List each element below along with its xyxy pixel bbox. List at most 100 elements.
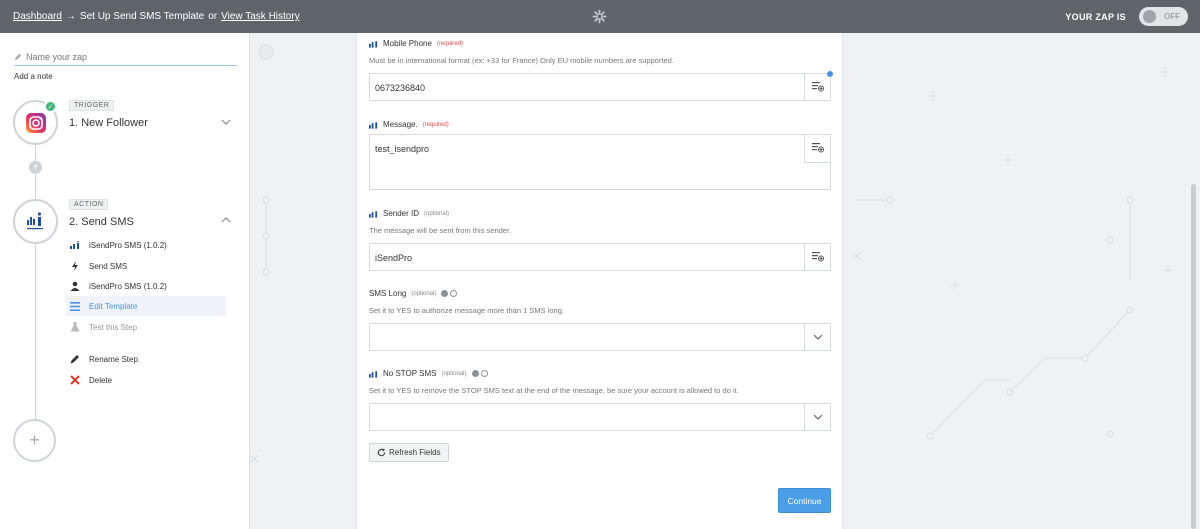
bolt-icon xyxy=(72,261,78,271)
menu-item-account[interactable]: iSendPro SMS (1.0.2) xyxy=(66,276,226,296)
status-dot xyxy=(826,70,834,78)
zap-name-field[interactable] xyxy=(14,52,237,66)
message-label: Message. (required) xyxy=(369,120,449,129)
sms-long-label: SMS Long (optional) xyxy=(369,289,458,298)
boolean-toggle-icon[interactable] xyxy=(441,290,458,297)
menu-item-rename[interactable]: Rename Step xyxy=(66,349,226,369)
check-icon: ✓ xyxy=(44,100,57,113)
zap-toggle[interactable]: OFF xyxy=(1139,7,1188,26)
chevron-down-icon xyxy=(813,414,822,420)
menu-item-action[interactable]: Send SMS xyxy=(66,256,226,276)
field-label-text: No STOP SMS xyxy=(383,369,437,378)
menu-item-label: Test this Step xyxy=(89,322,138,332)
sms-long-help: Set it to YES to authorize message more … xyxy=(369,306,564,315)
scrollbar[interactable] xyxy=(1191,184,1196,529)
or-text: or xyxy=(208,11,218,22)
field-label-text: Message. xyxy=(383,120,418,129)
continue-button[interactable]: Continue xyxy=(778,488,831,513)
mobile-phone-value: 0673236840 xyxy=(375,83,426,93)
pencil-icon xyxy=(14,53,22,61)
template-form: Mobile Phone (required) Must be in inter… xyxy=(356,33,843,529)
menu-item-delete[interactable]: Delete xyxy=(66,370,226,390)
sender-id-help: The message will be sent from this sende… xyxy=(369,226,512,235)
flask-icon xyxy=(70,322,80,332)
page-title: Set Up Send SMS Template xyxy=(79,11,205,22)
insert-field-icon xyxy=(811,82,824,92)
breadcrumb: Dashboard → Set Up Send SMS Template or … xyxy=(13,11,300,22)
menu-item-label: iSendPro SMS (1.0.2) xyxy=(89,240,167,250)
message-field[interactable]: test_isendpro xyxy=(369,134,831,190)
zapier-logo-icon[interactable] xyxy=(592,9,607,24)
field-label-text: Sender ID xyxy=(383,209,420,218)
refresh-fields-label: Refresh Fields xyxy=(389,448,441,457)
sidebar: Add a note ✓ TRIGGER 1. New Follower + xyxy=(0,33,250,529)
optional-tag: (optional) xyxy=(441,370,467,377)
zap-status-label: YOUR ZAP IS xyxy=(1065,12,1126,22)
menu-item-edit-template[interactable]: Edit Template xyxy=(66,296,226,316)
user-icon xyxy=(70,281,80,291)
list-icon xyxy=(70,301,80,311)
sender-id-value: iSendPro xyxy=(375,253,413,263)
isendpro-app-icon xyxy=(369,40,378,48)
isendpro-app-icon xyxy=(369,121,378,129)
instagram-icon xyxy=(25,112,46,133)
menu-item-label: Send SMS xyxy=(89,261,128,271)
toggle-label: OFF xyxy=(1164,12,1180,21)
mobile-phone-field[interactable]: 0673236840 xyxy=(369,73,831,101)
optional-tag: (optional) xyxy=(424,210,450,217)
add-note-link[interactable]: Add a note xyxy=(14,72,53,81)
chevron-down-icon xyxy=(813,334,822,340)
breadcrumb-arrow: → xyxy=(65,11,76,22)
insert-field-button[interactable] xyxy=(804,244,830,270)
mobile-phone-help: Must be in international format (ex: +33… xyxy=(369,56,674,65)
toggle-knob xyxy=(1143,10,1156,23)
insert-field-button[interactable] xyxy=(804,74,830,100)
action-tag: ACTION xyxy=(69,199,109,210)
message-value: test_isendpro xyxy=(375,144,430,154)
menu-item-label: Edit Template xyxy=(89,301,138,311)
chevron-up-icon[interactable] xyxy=(221,215,231,225)
zap-name-input[interactable] xyxy=(26,52,226,62)
dropdown-button[interactable] xyxy=(804,324,830,350)
required-tag: (required) xyxy=(436,40,463,47)
action-step-icon[interactable] xyxy=(13,199,58,244)
add-step-small-button[interactable]: + xyxy=(29,161,42,174)
field-label-text: SMS Long xyxy=(369,289,407,298)
trigger-tag: TRIGGER xyxy=(69,100,115,111)
step-connector-line xyxy=(35,143,36,443)
sender-id-field[interactable]: iSendPro xyxy=(369,243,831,271)
refresh-icon xyxy=(377,448,386,457)
insert-field-icon xyxy=(811,252,824,262)
isendpro-app-icon xyxy=(369,370,378,378)
menu-item-label: Delete xyxy=(89,375,113,385)
menu-item-test-step[interactable]: Test this Step xyxy=(66,317,226,337)
menu-item-label: iSendPro SMS (1.0.2) xyxy=(89,281,167,291)
menu-item-app[interactable]: iSendPro SMS (1.0.2) xyxy=(66,235,226,255)
top-bar: Dashboard → Set Up Send SMS Template or … xyxy=(0,0,1200,33)
no-stop-sms-help: Set it to YES to remove the STOP SMS tex… xyxy=(369,386,739,395)
menu-item-label: Rename Step xyxy=(89,354,138,364)
insert-field-button[interactable] xyxy=(804,135,830,163)
no-stop-sms-select[interactable] xyxy=(369,403,831,431)
close-icon xyxy=(70,375,80,385)
isendpro-app-icon xyxy=(369,210,378,218)
dropdown-button[interactable] xyxy=(804,404,830,430)
boolean-toggle-icon[interactable] xyxy=(471,370,488,377)
refresh-fields-button[interactable]: Refresh Fields xyxy=(369,443,449,462)
action-step-title[interactable]: 2. Send SMS xyxy=(69,216,134,228)
add-step-button[interactable]: + xyxy=(13,419,56,462)
dashboard-link[interactable]: Dashboard xyxy=(13,11,62,22)
mobile-phone-label: Mobile Phone (required) xyxy=(369,39,463,48)
insert-field-icon xyxy=(811,143,824,153)
task-history-link[interactable]: View Task History xyxy=(221,11,300,22)
trigger-step-title[interactable]: 1. New Follower xyxy=(69,117,148,129)
sms-long-select[interactable] xyxy=(369,323,831,351)
sender-id-label: Sender ID (optional) xyxy=(369,209,449,218)
chevron-down-icon[interactable] xyxy=(221,117,231,127)
pencil-icon xyxy=(70,355,79,364)
no-stop-sms-label: No STOP SMS (optional) xyxy=(369,369,488,378)
required-tag: (required) xyxy=(422,121,449,128)
field-label-text: Mobile Phone xyxy=(383,39,432,48)
isendpro-logo-icon xyxy=(26,211,43,229)
optional-tag: (optional) xyxy=(411,290,437,297)
